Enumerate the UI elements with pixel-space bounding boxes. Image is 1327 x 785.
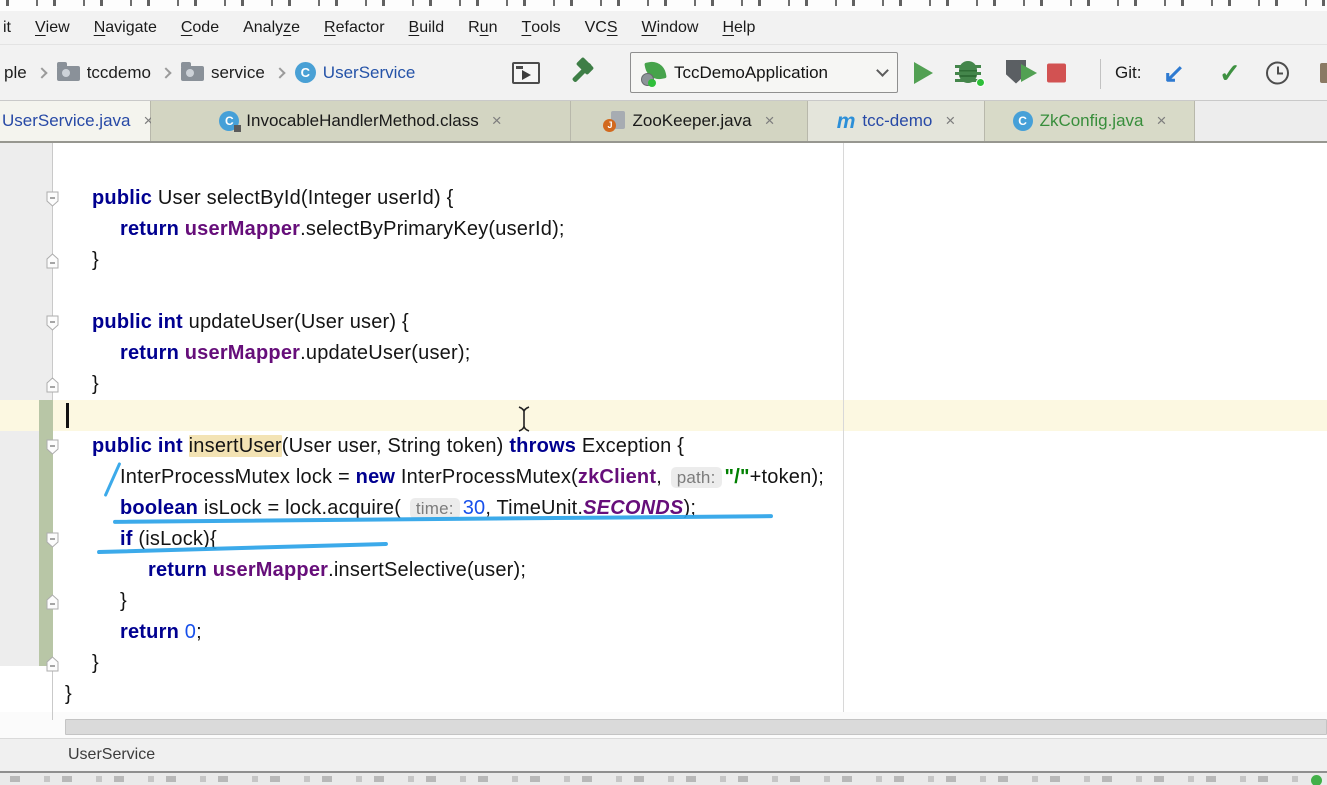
code-line[interactable]: } [0,245,1327,276]
chevron-right-icon [36,66,48,79]
tab-userservice-java[interactable]: UserService.java × [0,101,153,141]
breadcrumb: ple tccdemo service C UserService [4,45,415,100]
build-hammer-icon[interactable] [571,56,606,89]
code-line[interactable]: public User selectById(Integer userId) { [0,183,1327,214]
class-icon: C [1012,111,1033,131]
mouse-ibeam-cursor [517,405,531,438]
stop-button[interactable] [1047,63,1066,82]
code-line[interactable]: return 0; [0,617,1327,648]
code-line[interactable]: return userMapper.insertSelective(user); [0,555,1327,586]
menu-edit[interactable]: it [0,11,23,44]
run-configuration-name: TccDemoApplication [674,62,829,82]
class-icon: C [294,62,316,83]
code-line[interactable]: InterProcessMutex lock = new InterProces… [0,462,1327,493]
code-line[interactable]: } [0,369,1327,400]
tab-zookeeper-java[interactable]: J ZooKeeper.java × [571,101,808,141]
menu-code[interactable]: Code [169,11,231,44]
fold-marker-up[interactable] [46,377,59,393]
menu-window[interactable]: Window [630,11,711,44]
menu-build[interactable]: Build [397,11,457,44]
debug-button[interactable] [955,59,985,87]
tab-tcc-demo[interactable]: m tcc-demo × [808,101,985,141]
breadcrumb-item-tccdemo[interactable]: tccdemo [56,62,151,83]
fold-marker-down[interactable] [46,439,59,455]
breadcrumb-item-service[interactable]: service [180,62,265,83]
code-line[interactable] [0,276,1327,307]
status-bar-strip [0,773,1327,785]
menu-vcs[interactable]: VC S [573,11,630,44]
main-menu-bar: it View Navigate Code Analy z e Refactor B… [0,11,1327,45]
code-lines[interactable]: public User selectById(Integer userId) {… [0,143,1327,710]
horizontal-scrollbar [0,712,1327,738]
menu-help[interactable]: Help [710,11,767,44]
code-line[interactable]: public int updateUser(User user) { [0,307,1327,338]
fold-marker-up[interactable] [46,253,59,269]
chevron-down-icon [876,64,889,77]
menu-refactor[interactable]: Refactor [312,11,396,44]
run-configuration-select[interactable]: TccDemoApplication [630,52,898,93]
toolbar-separator [1100,59,1101,89]
fold-marker-up[interactable] [46,656,59,672]
code-line[interactable]: return userMapper.updateUser(user); [0,338,1327,369]
editor-tab-bar: UserService.java × C InvocableHandlerMet… [0,101,1327,143]
menu-run[interactable]: Run [456,11,509,44]
class-icon: C [219,111,242,132]
tab-zkconfig-java[interactable]: C ZkConfig.java × [985,101,1195,141]
menu-navigate[interactable]: Navigate [82,11,169,44]
code-line[interactable]: } [0,648,1327,679]
code-line[interactable]: public int insertUser(User user, String … [0,431,1327,462]
history-clock-icon[interactable] [1266,61,1289,84]
chevron-right-icon [160,66,172,79]
ide-window: it View Navigate Code Analy z e Refactor B… [0,0,1327,785]
java-decompiled-class-icon: J [603,110,626,132]
chevron-right-icon [274,66,286,79]
fold-marker-down[interactable] [46,315,59,331]
bottom-breadcrumb[interactable]: UserService [0,738,1327,771]
breadcrumb-item-package[interactable]: ple [4,63,27,83]
editor[interactable]: public User selectById(Integer userId) {… [0,143,1327,712]
close-icon[interactable]: × [1157,111,1167,131]
text-caret [66,403,69,428]
status-green-dot-icon [1311,775,1322,785]
close-icon[interactable]: × [492,111,502,131]
navigation-toolbar: ple tccdemo service C UserService TccDemo… [0,45,1327,101]
fold-marker-up[interactable] [46,594,59,610]
menu-analyze[interactable]: Analy z e [231,11,312,44]
git-label: Git: [1115,62,1142,82]
run-anything-icon[interactable] [512,61,540,84]
fold-marker-down[interactable] [46,191,59,207]
folder-icon [180,62,204,81]
code-line[interactable]: } [0,679,1327,710]
close-icon[interactable]: × [765,111,775,131]
close-icon[interactable]: × [945,111,955,131]
code-line[interactable] [0,400,1327,431]
menu-view[interactable]: View [23,11,82,44]
folder-icon [56,62,80,81]
code-line[interactable]: return userMapper.selectByPrimaryKey(use… [0,214,1327,245]
menu-tools[interactable]: Tools [509,11,572,44]
cutoff-top-strip [0,0,1327,11]
code-line[interactable]: } [0,586,1327,617]
maven-icon: m [836,109,856,133]
spring-boot-icon [641,58,667,87]
right-margin-guide [843,143,844,712]
breadcrumb-item-userservice[interactable]: C UserService [294,62,415,83]
tab-invocablehandlermethod-class[interactable]: C InvocableHandlerMethod.class × [151,101,571,141]
run-button[interactable] [914,61,933,84]
run-with-coverage-button[interactable] [1006,59,1040,86]
git-commit-icon[interactable]: ✓ [1219,60,1241,86]
horizontal-scrollbar-thumb[interactable] [65,719,1327,735]
cutoff-toolbar-icon[interactable] [1320,62,1327,83]
fold-marker-down[interactable] [46,532,59,548]
git-update-icon[interactable]: ↙ [1163,60,1185,86]
